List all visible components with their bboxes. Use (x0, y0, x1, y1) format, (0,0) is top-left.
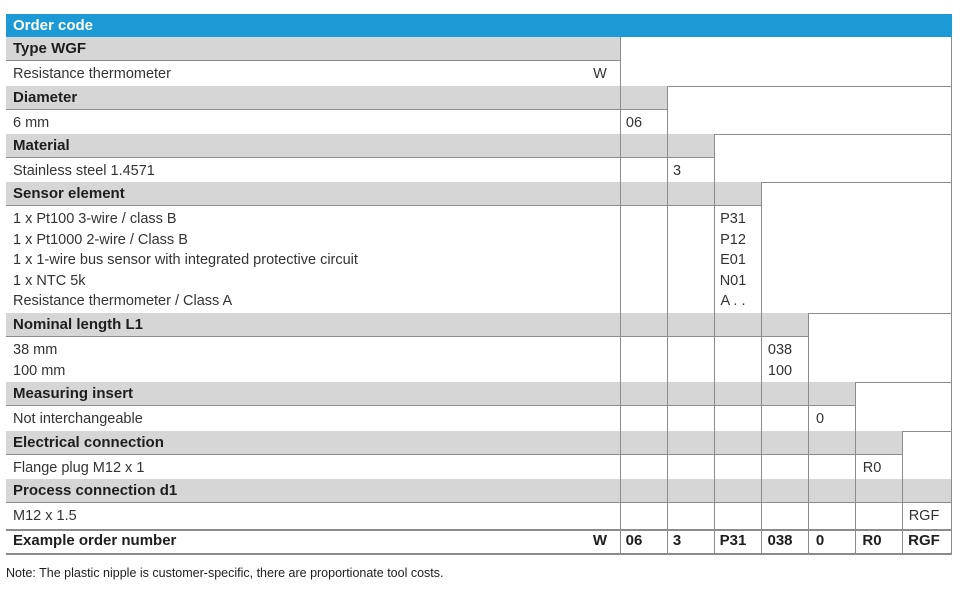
option-label: Flange plug M12 x 1 (13, 460, 145, 476)
example-rule-bottom (6, 553, 952, 555)
section-header (6, 86, 667, 110)
option-label: 1 x Pt100 3-wire / class B (13, 211, 177, 227)
column-rule (620, 37, 621, 553)
column-rule (714, 134, 715, 553)
option-label: M12 x 1.5 (13, 508, 77, 524)
option-code: N01 (719, 272, 747, 289)
option-label: 1 x NTC 5k (13, 272, 86, 289)
table-title: Order code (13, 17, 94, 34)
option-label: Resistance thermometer / Class A (13, 293, 233, 310)
option-label: Not interchangeable (13, 411, 143, 427)
example-code: W (592, 532, 608, 549)
column-rule (951, 37, 952, 553)
column-rule (902, 431, 903, 553)
option-label: Stainless steel 1.4571 (13, 163, 155, 179)
example-code: P31 (719, 532, 747, 549)
section-header-label: Sensor element (13, 185, 125, 202)
option-label: 6 mm (13, 115, 50, 131)
option-code: 038 (767, 342, 793, 358)
section-header-label: Measuring insert (13, 385, 134, 402)
example-order-label: Example order number (13, 532, 177, 549)
section-header-label: Diameter (13, 89, 78, 106)
footnote: Note: The plastic nipple is customer-spe… (6, 566, 444, 580)
section-header (6, 37, 620, 61)
column-rule (667, 86, 668, 553)
section-header-label: Electrical connection (13, 434, 164, 451)
option-label: 1 x 1-wire bus sensor with integrated pr… (13, 252, 358, 269)
section-header-label: Type WGF (13, 40, 87, 57)
option-code: RGF (908, 508, 940, 524)
option-code: E01 (720, 252, 746, 269)
example-code: 3 (672, 532, 682, 549)
option-code: P12 (720, 231, 746, 248)
section-header-label: Process connection d1 (13, 482, 178, 499)
option-label: 38 mm (13, 342, 58, 358)
example-code: R0 (862, 532, 882, 549)
column-rule (808, 313, 809, 553)
option-label: Resistance thermometer (13, 66, 171, 82)
column-rule (761, 182, 762, 553)
option-code: P31 (720, 211, 746, 227)
order-code-table: Order code Type WGF Resistance thermomete… (0, 0, 960, 592)
section-header (6, 382, 855, 406)
option-code: W (593, 66, 607, 82)
example-code: 0 (815, 532, 825, 549)
section-header-label: Nominal length L1 (13, 316, 144, 333)
example-code: 06 (625, 532, 643, 549)
example-code: 038 (767, 532, 793, 549)
option-code: 06 (625, 115, 643, 131)
option-code: A . . (720, 293, 746, 310)
section-header-label: Material (13, 137, 70, 154)
title-bar: Order code (6, 14, 952, 37)
option-code: 0 (815, 411, 825, 427)
example-code: RGF (908, 532, 940, 549)
option-label: 100 mm (13, 362, 66, 379)
option-label: 1 x Pt1000 2-wire / Class B (13, 231, 188, 248)
option-code: 100 (767, 362, 793, 379)
option-code: R0 (862, 460, 882, 476)
column-rule (855, 382, 856, 553)
option-code: 3 (672, 163, 682, 179)
section-header (6, 134, 714, 158)
